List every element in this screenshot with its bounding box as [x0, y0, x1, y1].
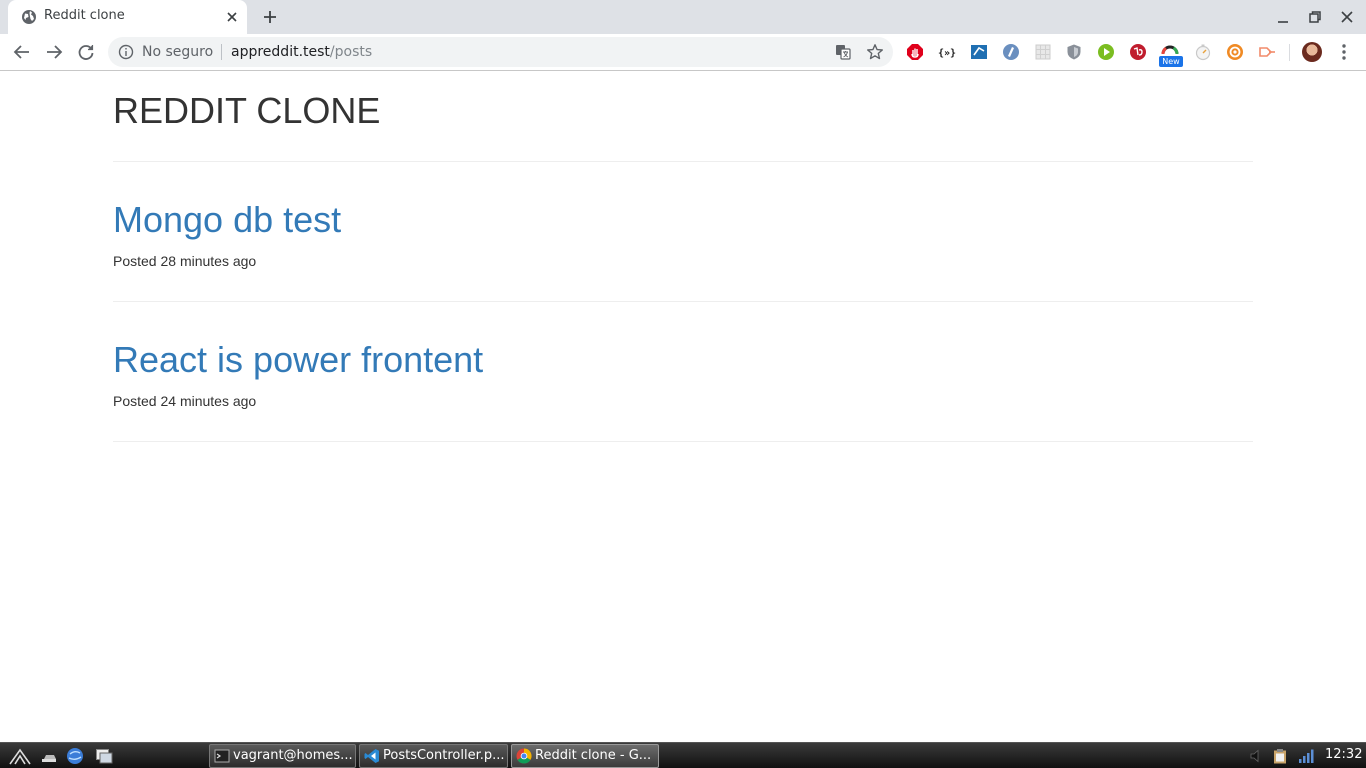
play-icon[interactable]: [1097, 43, 1115, 61]
tab-title: Reddit clone: [44, 8, 125, 23]
post-meta: Posted 28 minutes ago: [113, 253, 257, 269]
header-divider: [113, 161, 1253, 162]
svg-text:{»}: {»}: [938, 48, 956, 59]
post-title-link[interactable]: React is power frontent: [113, 339, 483, 381]
extension-new-badge: New: [1159, 56, 1183, 67]
post-divider: [113, 301, 1253, 302]
close-tab-icon[interactable]: [224, 9, 240, 25]
more-menu-icon[interactable]: [1336, 42, 1352, 62]
url-path: /posts: [329, 44, 373, 60]
grid-icon[interactable]: [1034, 43, 1052, 61]
task-label: vagrant@homes...: [233, 748, 353, 763]
site-title: REDDIT CLONE: [113, 90, 381, 131]
start-menu-icon[interactable]: [8, 747, 32, 765]
new-tab-icon[interactable]: [260, 7, 280, 27]
forward-arrow-icon[interactable]: [44, 42, 64, 62]
profile-avatar[interactable]: [1302, 42, 1322, 62]
url-text[interactable]: appreddit.test/posts: [231, 44, 372, 60]
colorzilla-icon[interactable]: [1226, 43, 1244, 61]
network-signal-icon[interactable]: [1298, 748, 1314, 764]
clipboard-icon[interactable]: [1272, 748, 1288, 764]
task-chrome[interactable]: Reddit clone - G...: [511, 744, 659, 768]
volume-icon[interactable]: [1249, 748, 1265, 764]
omnibox-separator: [221, 44, 222, 60]
shield-icon[interactable]: [1065, 43, 1083, 61]
globe-icon: [22, 10, 36, 24]
web-browser-icon[interactable]: [66, 747, 84, 765]
timer-icon[interactable]: [1194, 43, 1212, 61]
back-arrow-icon[interactable]: [12, 42, 32, 62]
task-terminal[interactable]: vagrant@homes...: [209, 744, 356, 768]
taskbar-clock: 12:32: [1325, 747, 1363, 762]
info-icon[interactable]: [118, 44, 134, 60]
post-divider: [113, 441, 1253, 442]
url-host: appreddit.test: [231, 44, 330, 60]
vscode-icon: [364, 749, 379, 763]
share-icon[interactable]: [1258, 43, 1276, 61]
post-title-link[interactable]: Mongo db test: [113, 199, 341, 241]
browser-tab-reddit-clone[interactable]: Reddit clone: [8, 0, 247, 34]
browser-toolbar: No seguro appreddit.test/posts {»} New: [0, 34, 1366, 71]
task-vscode[interactable]: PostsController.p...: [359, 744, 508, 768]
json-viewer-icon[interactable]: {»}: [938, 43, 956, 61]
security-status[interactable]: No seguro: [142, 44, 213, 60]
page-ruler-icon[interactable]: [1002, 43, 1020, 61]
os-taskbar: vagrant@homes... PostsController.p... Re…: [0, 742, 1366, 768]
page-content: REDDIT CLONE Mongo db test Posted 28 min…: [0, 72, 1366, 742]
bookmark-star-icon[interactable]: [866, 43, 884, 61]
dashlane-icon[interactable]: [970, 43, 988, 61]
terminal-icon: [214, 749, 230, 763]
restore-icon[interactable]: [1307, 9, 1323, 25]
close-window-icon[interactable]: [1339, 9, 1355, 25]
reload-icon[interactable]: [76, 42, 96, 62]
tab-strip: Reddit clone: [0, 0, 1366, 34]
chrome-icon: [516, 748, 532, 764]
task-label: Reddit clone - G...: [535, 748, 652, 763]
toolbar-separator: [1289, 44, 1290, 61]
minimize-icon[interactable]: [1275, 9, 1291, 25]
lastpass-icon[interactable]: [1129, 43, 1147, 61]
adblock-icon[interactable]: [906, 43, 924, 61]
translate-icon[interactable]: [835, 44, 851, 60]
task-label: PostsController.p...: [383, 748, 505, 763]
desktop-switcher-icon[interactable]: [95, 747, 113, 765]
address-bar[interactable]: No seguro appreddit.test/posts: [108, 37, 893, 67]
post-meta: Posted 24 minutes ago: [113, 393, 257, 409]
file-manager-icon[interactable]: [40, 747, 58, 765]
